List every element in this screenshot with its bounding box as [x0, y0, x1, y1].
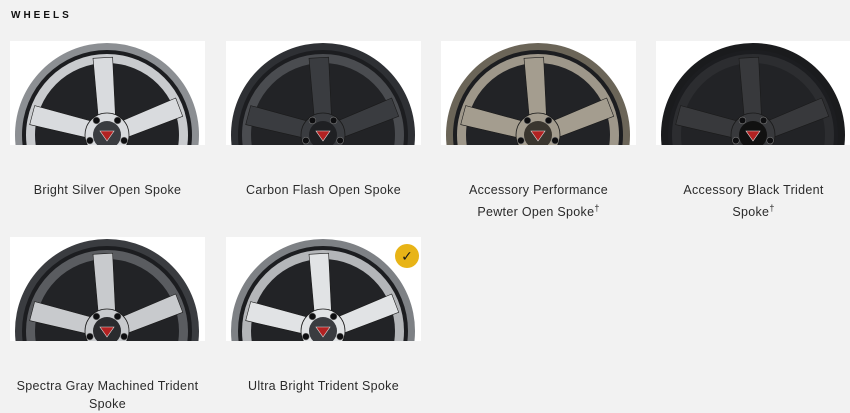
wheel-label: Bright Silver Open Spoke: [33, 183, 182, 197]
wheel-image: [10, 41, 205, 145]
wheel-graphic: [15, 43, 199, 145]
wheel-graphic: [446, 43, 630, 145]
wheel-image: [441, 41, 636, 145]
lug-nut: [113, 116, 122, 125]
wheel-graphic: [661, 43, 845, 145]
lug-nut: [92, 116, 101, 125]
wheel-graphic: [15, 239, 199, 341]
lug-nut: [329, 312, 338, 321]
lug-nut: [738, 116, 747, 125]
wheel-graphic: [231, 43, 415, 145]
wheel-option-carbon-flash-open-spoke[interactable]: Carbon Flash Open Spoke: [226, 41, 421, 201]
lug-nut: [92, 312, 101, 321]
lug-nut: [759, 116, 768, 125]
lug-nut: [336, 136, 344, 145]
lug-nut: [336, 332, 344, 341]
lug-nut: [120, 136, 128, 145]
lug-nut: [302, 136, 310, 145]
wheel-image: [10, 237, 205, 341]
lug-nut: [302, 332, 310, 341]
wheel-image: [656, 41, 850, 145]
lug-nut: [551, 136, 559, 145]
wheel-option-spectra-gray-machined-trident-spoke[interactable]: Spectra Gray Machined Trident Spoke: [10, 237, 205, 413]
lug-nut: [120, 332, 128, 341]
wheel-image: ✓: [226, 237, 421, 341]
lug-nut: [766, 136, 774, 145]
lug-nut: [113, 312, 122, 321]
wheel-option-accessory-black-trident-spoke[interactable]: Accessory Black Trident Spoke†: [656, 41, 850, 223]
wheel-label: Carbon Flash Open Spoke: [246, 183, 401, 197]
check-icon: ✓: [395, 244, 419, 268]
lug-nut: [329, 116, 338, 125]
lug-nut: [732, 136, 740, 145]
wheel-graphic: [231, 239, 415, 341]
wheel-option-ultra-bright-trident-spoke[interactable]: ✓ Ultra Bright Trident Spoke: [226, 237, 421, 397]
wheel-image: [226, 41, 421, 145]
section-title: WHEELS: [11, 10, 72, 21]
lug-nut: [544, 116, 553, 125]
lug-nut: [86, 332, 94, 341]
wheel-option-bright-silver-open-spoke[interactable]: Bright Silver Open Spoke: [10, 41, 205, 201]
lug-nut: [86, 136, 94, 145]
lug-nut: [523, 116, 532, 125]
lug-nut: [308, 116, 317, 125]
lug-nut: [308, 312, 317, 321]
wheel-label: Spectra Gray Machined Trident Spoke: [16, 379, 199, 411]
wheel-label: Ultra Bright Trident Spoke: [248, 379, 399, 393]
wheel-label: Accessory Performance Pewter Open Spoke†: [469, 183, 608, 219]
lug-nut: [517, 136, 525, 145]
wheel-option-accessory-performance-pewter-open-spoke[interactable]: Accessory Performance Pewter Open Spoke†: [441, 41, 636, 223]
wheel-label: Accessory Black Trident Spoke†: [683, 183, 824, 219]
